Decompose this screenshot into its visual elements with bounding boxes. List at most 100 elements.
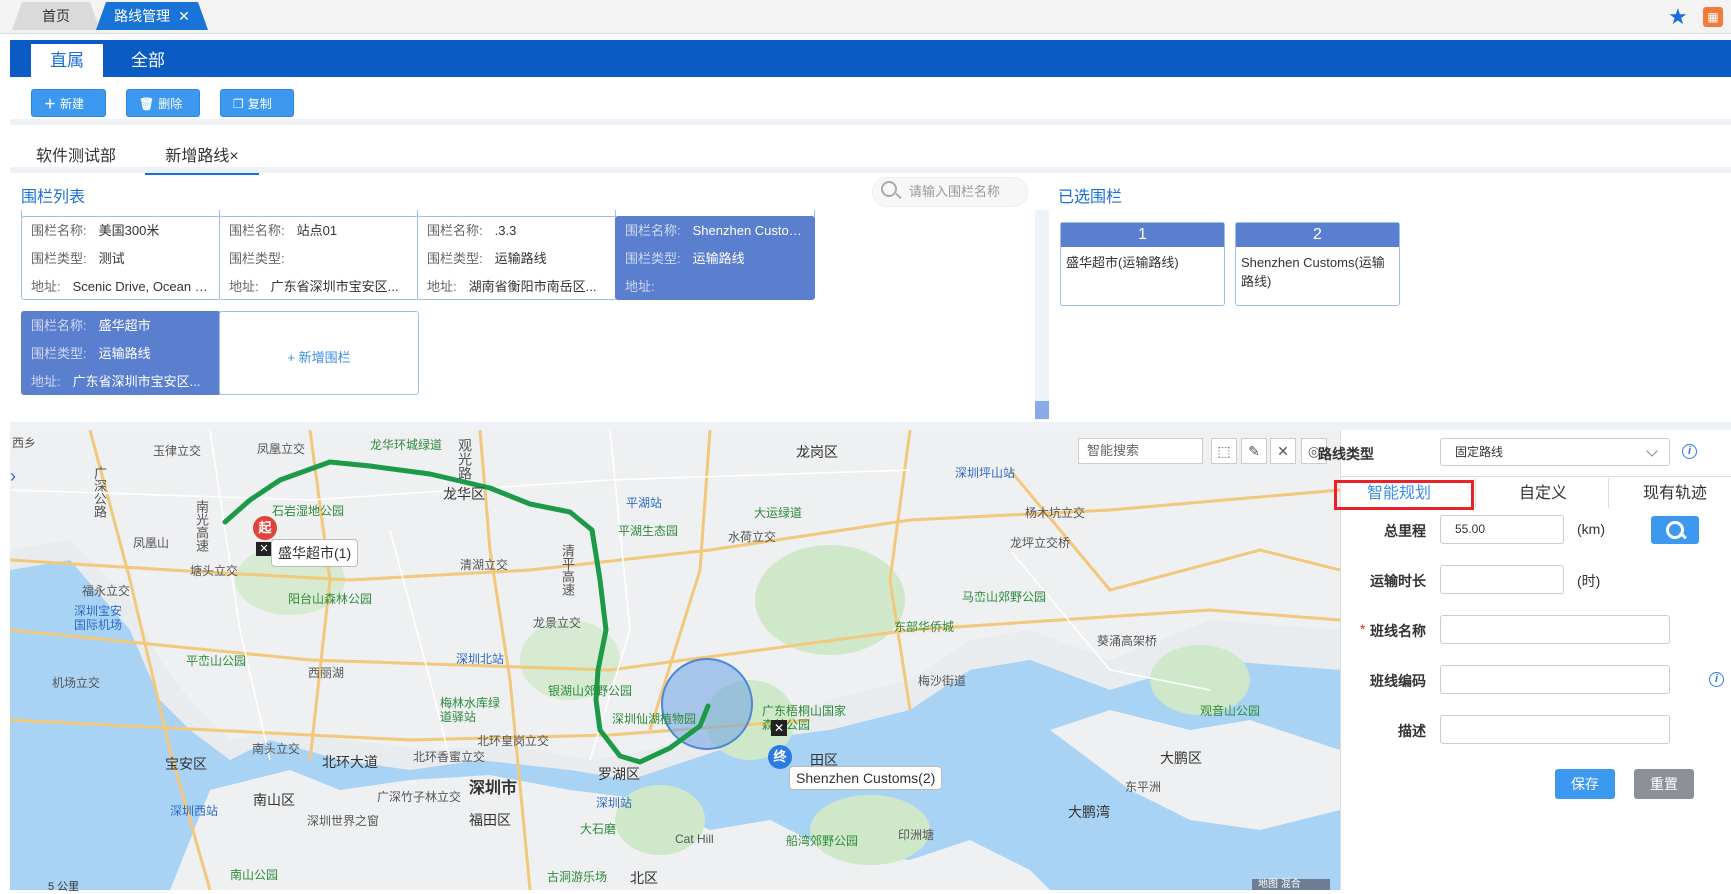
selected-fence-card[interactable]: 1 盛华超市(运输路线) <box>1060 222 1225 306</box>
fence-name: .3.3 <box>494 223 517 238</box>
info-icon[interactable]: i <box>1709 672 1724 687</box>
place-label: 南山公园 <box>230 868 279 882</box>
place-label: 梅林水库绿道驿站 <box>440 696 501 724</box>
fence-type: 运输路线 <box>692 251 745 266</box>
duration-label: 运输时长 <box>1370 573 1426 589</box>
fence-card-selected[interactable]: 围栏名称: 盛华超市 围栏类型: 运输路线 地址: 广东省深圳市宝安区... <box>21 311 221 395</box>
fence-card[interactable]: 围栏名称: .3.3 围栏类型: 运输路线 地址: 湖南省衡阳市南岳区... <box>417 216 617 300</box>
store-icon[interactable]: ▦ <box>1703 7 1723 27</box>
place-label: 广深竹子林立交 <box>377 790 462 804</box>
top-tab-route-management[interactable]: 路线管理 ✕ <box>96 2 208 30</box>
selected-fence-index: 2 <box>1236 223 1399 247</box>
line-name-input[interactable] <box>1440 615 1670 644</box>
map-search-input[interactable]: 智能搜索 <box>1078 438 1203 464</box>
end-point-label: Shenzhen Customs(2) <box>789 766 943 790</box>
copy-button-label: 复制 <box>247 97 272 111</box>
place-label: 大石磨 <box>580 822 617 836</box>
scrollbar-thumb[interactable] <box>1035 401 1049 419</box>
place-label: 杨木坑立交 <box>1025 506 1086 520</box>
divider <box>10 422 1731 430</box>
place-label: 深圳站 <box>596 796 633 810</box>
fence-address-label: 地址: <box>31 279 61 294</box>
star-icon[interactable]: ★ <box>1668 4 1688 30</box>
start-marker[interactable]: 起 <box>253 516 277 540</box>
fence-card[interactable]: 围栏名称: 站点01 围栏类型: 地址: 广东省深圳市宝安区... <box>219 216 419 300</box>
fence-address: 广东省深圳市宝安区... <box>72 374 201 389</box>
place-label: 深圳世界之窗 <box>307 814 380 828</box>
description-input[interactable] <box>1440 715 1670 744</box>
fence-card[interactable]: 围栏名称: 美国300米 围栏类型: 测试 地址: Scenic Drive, Oce… <box>21 216 221 300</box>
reset-button[interactable]: 重置 <box>1634 769 1694 799</box>
new-button[interactable]: ＋新建 <box>31 89 106 117</box>
place-label: 石岩湿地公园 <box>272 504 345 518</box>
place-label: 观光路 <box>457 438 473 480</box>
line-code-label: 班线编码 <box>1370 673 1426 689</box>
divider <box>10 167 1731 173</box>
place-label: 葵涌高架桥 <box>1097 634 1158 648</box>
selected-fence-card[interactable]: 2 Shenzhen Customs(运输路线) <box>1235 222 1400 306</box>
fence-address: 湖南省衡阳市南岳区... <box>468 279 597 294</box>
top-tab-home[interactable]: 首页 <box>12 2 100 30</box>
fence-address: 广东省深圳市宝安区... <box>270 279 399 294</box>
line-code-input[interactable] <box>1440 665 1670 694</box>
place-label: 清平高速 <box>560 544 575 596</box>
place-label: 东平洲 <box>1125 780 1162 794</box>
fence-list-title: 围栏列表 <box>21 189 86 206</box>
tab-custom[interactable]: 自定义 <box>1478 478 1608 510</box>
add-fence-button[interactable]: + 新增围栏 <box>219 311 419 395</box>
place-label: 福田区 <box>469 812 511 828</box>
place-label: 龙华区 <box>443 486 485 502</box>
place-label: 观音山公园 <box>1200 704 1261 718</box>
place-label: 大鹏湾 <box>1068 804 1110 820</box>
fence-name-label: 围栏名称: <box>427 223 483 238</box>
remove-marker-icon[interactable]: ✕ <box>771 720 787 736</box>
tab-all[interactable]: 全部 <box>112 44 184 77</box>
place-label: 机场立交 <box>52 676 101 690</box>
fence-type-label: 围栏类型: <box>229 251 285 266</box>
fence-name: 美国300米 <box>98 223 160 238</box>
route-map[interactable]: 西乡 玉律立交 凤凰立交 龙华环城绿道 观光路 龙岗区 深圳坪山站 广深公路 南… <box>10 430 1340 890</box>
trash-icon: 🗑 <box>139 97 155 111</box>
fence-name: Shenzhen Customs <box>692 223 805 238</box>
place-label: 凤凰山 <box>133 536 170 550</box>
brush-icon[interactable]: ✎ <box>1241 438 1267 464</box>
copy-button[interactable]: ❐ 复制 <box>220 89 294 117</box>
search-button[interactable] <box>1651 516 1699 544</box>
end-marker[interactable]: 终 <box>768 745 792 769</box>
place-label: 玉律立交 <box>153 444 202 458</box>
place-label: 清湖立交 <box>460 558 509 572</box>
delete-button[interactable]: 🗑 删除 <box>126 89 200 117</box>
close-icon[interactable]: ✕ <box>178 8 190 24</box>
save-button[interactable]: 保存 <box>1555 769 1615 799</box>
route-type-label: 路线类型 <box>1318 446 1374 462</box>
tab-existing-track[interactable]: 现有轨迹 <box>1610 478 1731 510</box>
tab-direct[interactable]: 直属 <box>31 44 103 77</box>
highlight-box <box>1334 480 1474 510</box>
remove-marker-icon[interactable]: ✕ <box>256 542 272 556</box>
subtab-software-test-dept[interactable]: 软件测试部 <box>36 142 116 166</box>
top-tab-bar <box>0 0 1731 34</box>
place-label: 塘头立交 <box>190 564 239 578</box>
total-mileage-input[interactable]: 55.00 <box>1440 515 1564 544</box>
place-label: 印洲塘 <box>898 828 935 842</box>
place-label: 银湖山郊野公园 <box>548 684 633 698</box>
duration-input[interactable] <box>1440 565 1564 594</box>
map-type-switch[interactable]: 地图 混合 <box>1252 879 1330 890</box>
duration-unit: (时) <box>1577 573 1601 589</box>
fence-name: 站点01 <box>296 223 338 238</box>
place-label: 广深公路 <box>92 466 107 518</box>
fence-list-scrollbar[interactable] <box>1035 210 1049 420</box>
rectangle-select-icon[interactable]: ⬚ <box>1211 438 1237 464</box>
place-label: 东部华侨城 <box>894 620 955 634</box>
fence-type-label: 围栏类型: <box>31 346 87 361</box>
place-label: 北环香蜜立交 <box>413 750 486 764</box>
info-icon[interactable]: i <box>1682 444 1697 459</box>
place-label: Cat Hill <box>675 832 714 846</box>
place-label: 西丽湖 <box>308 666 345 680</box>
fence-address-label: 地址: <box>427 279 457 294</box>
place-label: 深圳北站 <box>456 652 505 666</box>
route-type-select[interactable]: 固定路线 <box>1440 438 1670 466</box>
fence-card-selected[interactable]: 围栏名称: Shenzhen Customs 围栏类型: 运输路线 地址: <box>615 216 815 300</box>
place-label: 水荷立交 <box>728 530 777 544</box>
chevron-right-icon[interactable]: › <box>10 466 16 487</box>
